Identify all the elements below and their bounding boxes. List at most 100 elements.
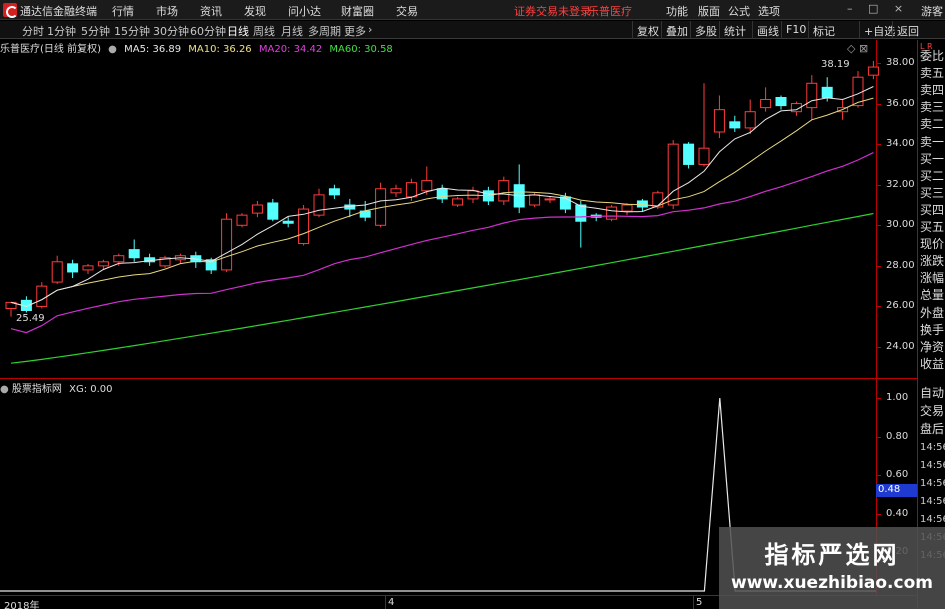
candle[interactable] — [606, 205, 618, 222]
quote-field-label: 换手 — [920, 322, 945, 337]
x-divider — [385, 596, 386, 609]
candle[interactable] — [390, 184, 402, 197]
candle[interactable] — [298, 205, 310, 246]
candle[interactable] — [82, 263, 94, 274]
candle[interactable] — [128, 239, 140, 262]
candle[interactable] — [513, 164, 525, 214]
quote-field-label: 卖四 — [920, 83, 945, 98]
candle[interactable] — [544, 196, 556, 203]
candle-body — [867, 66, 879, 76]
candle[interactable] — [205, 257, 217, 274]
candle[interactable] — [67, 259, 79, 279]
quote-field-label: 卖五 — [920, 66, 945, 81]
quote-side-panel: L R 委比 卖五 卖四 卖三 卖二 卖一 买一 买二 买三 买四 买五 现价 涨跌 涨幅 总量 外盘 换手 净资收… — [917, 40, 945, 609]
tick-mark — [877, 144, 881, 146]
candle-body — [498, 180, 510, 202]
indicator-value: XG: 0.00 — [69, 384, 113, 395]
candle-body — [421, 180, 433, 192]
candle-body — [97, 261, 109, 267]
candle[interactable] — [113, 253, 125, 266]
indicator-tick-label: 1.00 — [886, 392, 909, 403]
tick-mark — [877, 63, 881, 64]
candle[interactable] — [36, 282, 48, 309]
candle-body — [128, 249, 140, 259]
candle[interactable] — [498, 176, 510, 205]
candle-body — [36, 285, 48, 307]
candle[interactable] — [760, 87, 772, 112]
candle-body — [559, 196, 571, 210]
candle[interactable] — [436, 184, 448, 203]
candle-body — [621, 204, 633, 212]
tick-mark — [877, 475, 881, 477]
low-price-label: 25.49 — [16, 313, 45, 324]
indicator-header: ● 股票指标网 XG: 0.00 — [0, 380, 113, 395]
quote-field-label: 买四 — [920, 202, 945, 217]
price-tick-label: 26.00 — [886, 300, 915, 312]
candle[interactable] — [590, 213, 602, 222]
candle[interactable] — [313, 188, 325, 218]
candle-body — [636, 200, 648, 208]
indicator-tick-label: 0.40 — [886, 507, 909, 519]
candle[interactable] — [251, 200, 263, 218]
watermark-url: www.xuezhibiao.com — [731, 573, 933, 593]
candle[interactable] — [174, 253, 186, 264]
candle-body — [328, 188, 340, 196]
tick-mark — [877, 225, 881, 227]
quote-field-label: 买三 — [920, 185, 945, 200]
price-tick-label: 34.00 — [886, 138, 915, 150]
tick-time: 14:56 — [920, 460, 945, 471]
candle[interactable] — [375, 182, 387, 228]
candle[interactable] — [328, 184, 340, 199]
candle[interactable] — [575, 200, 587, 248]
watermark-title: 指标严选网 — [764, 541, 900, 569]
watermark-overlay: 指标严选网 www.xuezhibiao.com — [719, 527, 945, 609]
quote-field-label: 买一 — [920, 151, 945, 166]
candle-body — [221, 218, 233, 271]
candle-body — [51, 261, 63, 283]
candle[interactable] — [5, 301, 17, 317]
quote-field-label: 总量 — [920, 288, 945, 303]
candle-body — [529, 194, 541, 206]
candle[interactable] — [790, 101, 802, 116]
quote-field-label: 涨幅 — [920, 271, 945, 286]
candle[interactable] — [159, 255, 171, 268]
ma60-line — [10, 212, 874, 364]
candle-body — [82, 265, 94, 271]
trade-field-label[interactable]: 自动 — [920, 386, 944, 400]
tick-mark — [877, 103, 881, 105]
candle-body — [713, 109, 725, 133]
quote-field-label: 现价 — [920, 237, 945, 252]
candle[interactable] — [51, 255, 63, 285]
candle[interactable] — [267, 198, 279, 222]
settings-dot-icon[interactable]: ● — [0, 384, 9, 395]
candle-body — [452, 198, 464, 206]
candle[interactable] — [236, 213, 248, 228]
trade-field-label[interactable]: 交易 — [920, 404, 944, 418]
candle[interactable] — [729, 115, 741, 132]
price-tick-label: 36.00 — [886, 97, 915, 109]
candle[interactable] — [698, 83, 710, 167]
tick-mark — [877, 184, 881, 186]
cursor-value: 0.48 — [878, 484, 901, 495]
candle[interactable] — [452, 196, 464, 208]
quote-field-label: 买二 — [920, 168, 945, 183]
candle[interactable] — [713, 95, 725, 139]
candle-body — [821, 86, 833, 98]
candle[interactable] — [221, 213, 233, 272]
tick-time: 14:56 — [920, 514, 945, 525]
ma20-line — [10, 152, 874, 334]
kline-chart[interactable] — [0, 0, 945, 609]
candle[interactable] — [806, 75, 818, 120]
price-tick-label: 30.00 — [886, 219, 915, 231]
price-tick-label: 32.00 — [886, 178, 915, 190]
tick-mark — [877, 306, 881, 308]
candle[interactable] — [775, 95, 787, 110]
tick-mark — [877, 513, 881, 515]
quote-field-label: 收益 — [920, 356, 945, 371]
candle-body — [313, 194, 325, 216]
tick-time: 14:56 — [920, 442, 945, 453]
candle[interactable] — [683, 142, 695, 169]
candle-body — [760, 99, 772, 109]
trade-field-label[interactable]: 盘后 — [920, 422, 944, 436]
indicator-title: 股票指标网 — [11, 384, 62, 395]
